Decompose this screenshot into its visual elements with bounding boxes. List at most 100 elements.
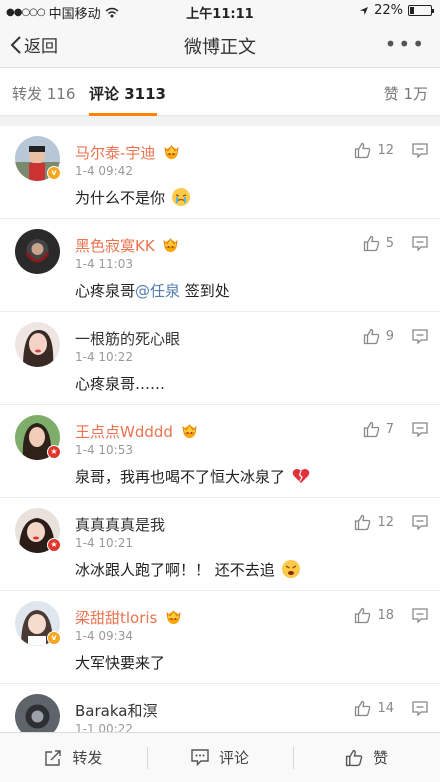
comment-username[interactable]: 真真真真是我 (75, 514, 165, 535)
like-post-button[interactable]: 赞 (293, 733, 440, 782)
username-text: 黑色寂寞KK (75, 237, 155, 255)
comment-bubble-icon (412, 515, 428, 531)
comment-list[interactable]: v 马尔泰-宇迪 1-4 09:42 为什么不是你 12 黑色寂寞KK 1-4 … (0, 126, 440, 732)
avatar[interactable] (15, 694, 60, 732)
comment-label: 评论 (219, 749, 250, 767)
section-divider (0, 116, 440, 126)
username-text: 王点点Wdddd (75, 423, 173, 441)
comment-item[interactable]: 一根筋的死心眼 1-4 10:22 心疼泉哥…… 9 (0, 312, 440, 405)
thumbs-up-icon (363, 421, 379, 438)
username-text: 梁甜甜tloris (75, 609, 158, 627)
reply-button[interactable] (412, 608, 428, 627)
like-count: 9 (385, 329, 394, 344)
comment-text: 心疼泉哥…… (75, 373, 165, 394)
tab-likes[interactable]: 赞 1万 (384, 83, 428, 104)
comment-time: 1-4 10:22 (75, 350, 133, 364)
comment-text-body: 大军快要来了 (75, 654, 166, 672)
comment-text: 为什么不是你 (75, 187, 190, 208)
thumbs-up-icon (363, 235, 379, 252)
thumbs-up-icon (355, 607, 371, 624)
verified-badge-icon: v (47, 631, 61, 645)
share-icon (45, 749, 62, 766)
like-button[interactable]: 7 (363, 421, 394, 438)
comment-item[interactable]: v 梁甜甜tloris 1-4 09:34 大军快要来了 18 (0, 591, 440, 684)
repost-label: 转发 (72, 749, 103, 767)
comment-item[interactable]: Baraka和溟 1-1 00:22 14 (0, 684, 440, 732)
page-title: 微博正文 (184, 37, 256, 58)
comment-bubble-icon (412, 701, 428, 717)
like-count: 5 (385, 236, 394, 251)
comment-item[interactable]: 黑色寂寞KK 1-4 11:03 心疼泉哥@任泉 签到处 5 (0, 219, 440, 312)
like-button[interactable]: 12 (354, 142, 394, 159)
comment-username[interactable]: 一根筋的死心眼 (75, 328, 180, 349)
comment-time: 1-4 09:34 (75, 629, 133, 643)
comment-text-tail: 签到处 (180, 282, 230, 300)
comment-username[interactable]: 黑色寂寞KK (75, 235, 179, 256)
tab-repost[interactable]: 转发 116 (12, 83, 75, 104)
comment-button[interactable]: 评论 (146, 733, 294, 782)
comment-bubble-icon (191, 749, 209, 766)
bottom-toolbar: 转发 评论 赞 (0, 732, 440, 782)
navigation-bar: 返回 微博正文 ••• (0, 22, 440, 68)
comment-text-body: 为什么不是你 (75, 189, 166, 207)
tab-comments[interactable]: 评论 3113 (89, 83, 166, 104)
mention-link[interactable]: @任泉 (135, 282, 180, 300)
reply-button[interactable] (412, 701, 428, 720)
comment-bubble-icon (412, 608, 428, 624)
comment-time: 1-4 10:21 (75, 536, 133, 550)
comment-bubble-icon (412, 143, 428, 159)
like-count: 18 (377, 608, 394, 623)
avatar[interactable] (15, 229, 60, 274)
comment-text: 心疼泉哥@任泉 签到处 (75, 280, 230, 301)
reply-button[interactable] (412, 329, 428, 348)
like-button[interactable]: 18 (354, 607, 394, 624)
like-button[interactable]: 14 (354, 700, 394, 717)
like-count: 12 (377, 515, 394, 530)
more-button[interactable]: ••• (385, 32, 426, 56)
username-text: 一根筋的死心眼 (75, 330, 181, 348)
comment-item[interactable]: ★ 王点点Wdddd 1-4 10:53 泉哥，我再也喝不了恒大冰泉了 7 (0, 405, 440, 498)
comment-username[interactable]: 王点点Wdddd (75, 421, 198, 442)
verified-badge-icon: ★ (47, 445, 61, 459)
comment-item[interactable]: v 马尔泰-宇迪 1-4 09:42 为什么不是你 12 (0, 126, 440, 219)
verified-badge-icon: ★ (47, 538, 61, 552)
battery-percent: 22% (374, 3, 403, 18)
avatar[interactable] (15, 322, 60, 367)
reply-button[interactable] (412, 422, 428, 441)
comment-text-body: 心疼泉哥…… (75, 375, 166, 393)
comment-bubble-icon (412, 329, 428, 345)
vip-crown-icon (163, 238, 179, 252)
tab-bar: 转发 116 评论 3113 赞 1万 (0, 68, 440, 116)
like-label: 赞 (373, 749, 389, 767)
comment-text-body: 心疼泉哥 (75, 282, 136, 300)
vip-crown-icon (182, 424, 197, 438)
comment-username[interactable]: 马尔泰-宇迪 (75, 142, 180, 163)
angry-emoji-icon (281, 560, 300, 578)
comment-item[interactable]: ★ 真真真真是我 1-4 10:21 冰冰跟人跑了啊！！ 还不去追 12 (0, 498, 440, 591)
reply-button[interactable] (412, 515, 428, 534)
reply-button[interactable] (412, 143, 428, 162)
broken-heart-icon (292, 469, 310, 483)
like-button[interactable]: 9 (363, 328, 394, 345)
weibo-detail-screen: ●●○○○ 中国移动 上午11:11 22% 返回 微博正文 ••• 转发 11… (0, 0, 440, 782)
reply-button[interactable] (412, 236, 428, 255)
status-bar: ●●○○○ 中国移动 上午11:11 22% (0, 0, 440, 22)
comment-time: 1-1 00:22 (75, 722, 133, 732)
crying-emoji-icon (171, 188, 190, 206)
thumbs-up-icon (355, 700, 371, 717)
comment-time: 1-4 10:53 (75, 443, 133, 457)
thumbs-up-icon (355, 514, 371, 531)
comment-bubble-icon (412, 236, 428, 252)
location-arrow-icon (360, 6, 369, 15)
like-count: 14 (377, 701, 394, 716)
comment-username[interactable]: 梁甜甜tloris (75, 607, 182, 628)
comment-username[interactable]: Baraka和溟 (75, 700, 157, 721)
vip-crown-icon (164, 145, 179, 159)
like-button[interactable]: 12 (354, 514, 394, 531)
repost-button[interactable]: 转发 (0, 733, 147, 782)
like-count: 12 (377, 143, 394, 158)
comment-time: 1-4 09:42 (75, 164, 133, 178)
verified-badge-icon: v (47, 166, 61, 180)
username-text: Baraka和溟 (75, 702, 158, 720)
like-button[interactable]: 5 (363, 235, 394, 252)
